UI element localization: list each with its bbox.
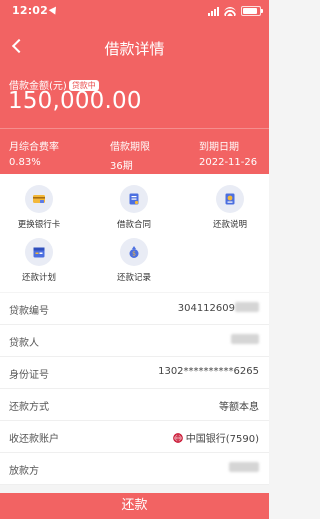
stat-rate-value: 0.83% [9,157,41,168]
repayment-plan-button[interactable]: 还款计划 [0,238,78,283]
detail-row-loan-number: 贷款编号 304112609 [0,293,269,325]
loan-number-redaction [235,302,259,312]
repayment-record-label: 还款记录 [116,273,151,283]
header-divider [0,128,269,129]
change-bank-card-button[interactable]: 更换银行卡 [0,185,78,230]
plan-icon [25,238,53,266]
repayment-method-value: 等额本息 [219,402,259,413]
change-bank-card-label: 更换银行卡 [17,220,61,230]
detail-row-repayment-method: 还款方式 等额本息 [0,389,269,421]
loan-number-value: 304112609 [178,302,259,314]
lender-redaction [229,462,259,472]
stat-term: 借款期限 36期 [110,138,150,172]
status-indicators [208,6,263,16]
page: 12:02 借款详情 借款金额(元) 贷款中 150,000.00 月综合费率 0… [0,0,269,519]
repayment-info-label: 还款说明 [212,220,247,230]
repay-info-icon [216,185,244,213]
wifi-icon [224,6,236,16]
status-time: 12:02 [12,4,49,17]
page-title: 借款详情 [104,40,165,58]
location-arrow-icon [48,4,60,15]
detail-row-account: 收还款账户 中国银行(7590) [0,421,269,453]
loan-contract-button[interactable]: 借款合同 [95,185,173,230]
stat-term-label: 借款期限 [110,142,150,153]
borrower-redaction [231,334,259,344]
id-number-value: 1302**********6265 [158,366,259,377]
signal-icon [208,6,219,16]
lender-value [229,462,259,474]
stat-term-value: 36期 [110,161,133,172]
record-icon: $ [120,238,148,266]
repay-button[interactable]: 还款 [0,493,269,519]
lender-label: 放款方 [9,466,39,477]
svg-text:$: $ [132,251,136,258]
detail-row-lender: 放款方 [0,453,269,485]
status-bar: 12:02 [0,0,269,24]
repayment-method-label: 还款方式 [9,402,49,413]
stat-due-date-value: 2022-11-26 [199,157,258,168]
repayment-record-button[interactable]: $ 还款记录 [95,238,173,283]
card-icon [25,185,53,213]
repayment-info-button[interactable]: 还款说明 [191,185,269,230]
account-value: 中国银行(7590) [172,430,259,445]
stat-due-date-label: 到期日期 [199,142,239,153]
action-grid: 更换银行卡 借款合同 还款说明 还款计划 $ 还款记录 [0,174,269,292]
stat-rate: 月综合费率 0.83% [9,138,59,168]
loan-number-text: 304112609 [177,303,235,314]
borrower-label: 贷款人 [9,338,39,349]
loan-contract-label: 借款合同 [116,220,151,230]
loan-number-label: 贷款编号 [9,306,49,317]
stat-rate-label: 月综合费率 [9,142,59,153]
borrower-value [231,334,259,346]
loan-detail-list: 贷款编号 304112609 贷款人 身份证号 1302**********62… [0,293,269,485]
battery-icon [241,6,263,16]
account-label: 收还款账户 [9,434,59,445]
detail-row-borrower: 贷款人 [0,325,269,357]
id-number-label: 身份证号 [9,370,49,381]
bank-of-china-icon [172,433,183,443]
loan-amount: 150,000.00 [8,88,142,114]
repayment-plan-label: 还款计划 [21,273,56,283]
header-panel: 12:02 借款详情 借款金额(元) 贷款中 150,000.00 月综合费率 0… [0,0,269,174]
account-text: 中国银行(7590) [185,434,259,445]
contract-icon [120,185,148,213]
stat-due-date: 到期日期 2022-11-26 [199,138,257,168]
detail-row-id-number: 身份证号 1302**********6265 [0,357,269,389]
